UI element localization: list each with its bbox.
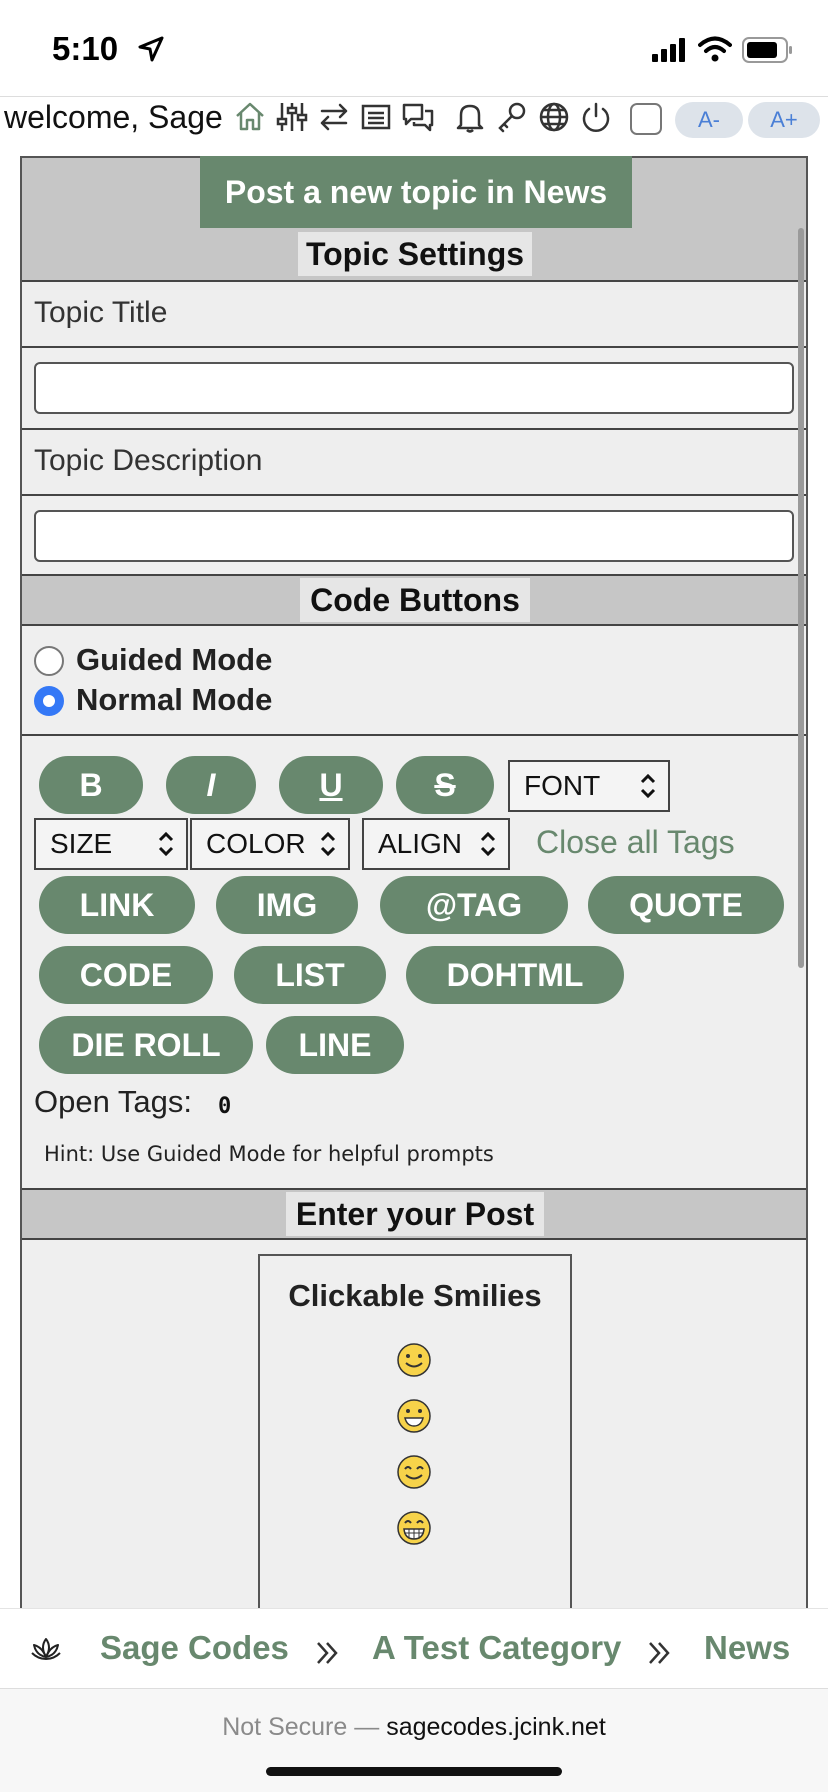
settings-sliders-icon[interactable] (274, 99, 310, 135)
list-button[interactable]: LIST (234, 946, 386, 1004)
hint-text: Hint: Use Guided Mode for helpful prompt… (44, 1142, 494, 1166)
tag-button[interactable]: @TAG (380, 876, 568, 934)
breadcrumb: Sage Codes A Test Category News (0, 1608, 828, 1688)
italic-button[interactable]: I (166, 756, 256, 814)
font-smaller-button[interactable]: A- (675, 102, 743, 138)
page-title: Post a new topic in News (200, 156, 632, 228)
breadcrumb-item[interactable]: News (704, 1629, 790, 1667)
globe-icon[interactable] (536, 99, 572, 135)
switch-arrows-icon[interactable] (316, 99, 352, 135)
bold-button[interactable]: B (39, 756, 143, 814)
bell-icon[interactable] (452, 99, 488, 135)
breadcrumb-item[interactable]: Sage Codes (100, 1629, 289, 1667)
chevron-updown-icon (640, 773, 656, 799)
topic-description-row: Topic Description (22, 428, 806, 496)
font-select-value: FONT (524, 770, 601, 801)
user-nav-bar: welcome, Sage A- A+ (0, 96, 828, 156)
open-tags-count: 0 (218, 1094, 232, 1119)
topic-description-input[interactable] (34, 510, 794, 562)
dohtml-button[interactable]: DOHTML (406, 946, 624, 1004)
size-select-value: SIZE (50, 828, 113, 859)
key-icon[interactable] (494, 99, 530, 135)
normal-mode-radio[interactable] (34, 686, 64, 716)
double-chevron-right-icon (649, 1642, 670, 1664)
topic-title-row: Topic Title (22, 280, 806, 348)
smilies-title: Clickable Smilies (288, 1278, 542, 1313)
url-domain: sagecodes.jcink.net (386, 1713, 606, 1741)
happy-emoji-icon[interactable] (396, 1454, 432, 1490)
align-select-value: ALIGN (378, 828, 463, 859)
messages-icon[interactable] (400, 99, 436, 135)
topic-title-label: Topic Title (34, 296, 168, 329)
home-icon[interactable] (232, 99, 268, 135)
smilies-box: Clickable Smilies (258, 1254, 572, 1608)
power-icon[interactable] (578, 99, 614, 135)
smile-emoji-icon[interactable] (396, 1342, 432, 1378)
browser-url-bar[interactable]: Not Secure — sagecodes.jcink.net (0, 1688, 828, 1792)
battery-icon (742, 37, 792, 63)
location-arrow-icon (138, 36, 164, 62)
cellular-signal-icon (652, 38, 685, 62)
topic-title-input[interactable] (34, 362, 794, 414)
code-buttons-heading: Code Buttons (300, 578, 530, 622)
color-select-value: COLOR (206, 828, 306, 859)
font-larger-button[interactable]: A+ (748, 102, 820, 138)
code-button[interactable]: CODE (39, 946, 213, 1004)
post-form-panel: Post a new topic in News Topic Settings … (20, 156, 808, 1608)
size-select[interactable]: SIZE (34, 818, 188, 870)
guided-mode-label[interactable]: Guided Mode (76, 642, 272, 678)
line-button[interactable]: LINE (266, 1016, 404, 1074)
lotus-icon[interactable] (28, 1631, 64, 1667)
open-tags-label: Open Tags: (34, 1084, 192, 1119)
color-select[interactable]: COLOR (190, 818, 350, 870)
font-select[interactable]: FONT (508, 760, 670, 812)
big-grin-emoji-icon[interactable] (396, 1510, 432, 1546)
list-icon[interactable] (358, 99, 394, 135)
chevron-updown-icon (158, 831, 174, 857)
normal-mode-label[interactable]: Normal Mode (76, 682, 272, 718)
quote-button[interactable]: QUOTE (588, 876, 784, 934)
close-all-tags-link[interactable]: Close all Tags (536, 824, 735, 861)
align-select[interactable]: ALIGN (362, 818, 510, 870)
img-button[interactable]: IMG (216, 876, 358, 934)
topic-settings-heading: Topic Settings (298, 232, 532, 276)
double-chevron-right-icon (317, 1642, 338, 1664)
underline-button[interactable]: U (279, 756, 383, 814)
strikethrough-button[interactable]: S (396, 756, 494, 814)
status-bar: 5:10 (0, 0, 828, 96)
topic-description-label: Topic Description (34, 444, 263, 477)
wifi-icon (698, 36, 732, 62)
die-roll-button[interactable]: DIE ROLL (39, 1016, 253, 1074)
chevron-updown-icon (480, 831, 496, 857)
security-label: Not Secure — (222, 1713, 380, 1741)
guided-mode-radio[interactable] (34, 646, 64, 676)
link-button[interactable]: LINK (39, 876, 195, 934)
breadcrumb-item[interactable]: A Test Category (372, 1629, 621, 1667)
scrollbar[interactable] (798, 228, 804, 968)
welcome-text: welcome, Sage (4, 99, 223, 135)
home-indicator[interactable] (266, 1767, 562, 1776)
divider (22, 734, 806, 736)
enter-post-heading: Enter your Post (286, 1192, 544, 1236)
theme-checkbox[interactable] (630, 103, 662, 135)
grin-emoji-icon[interactable] (396, 1398, 432, 1434)
chevron-updown-icon (320, 831, 336, 857)
status-time: 5:10 (52, 30, 119, 67)
